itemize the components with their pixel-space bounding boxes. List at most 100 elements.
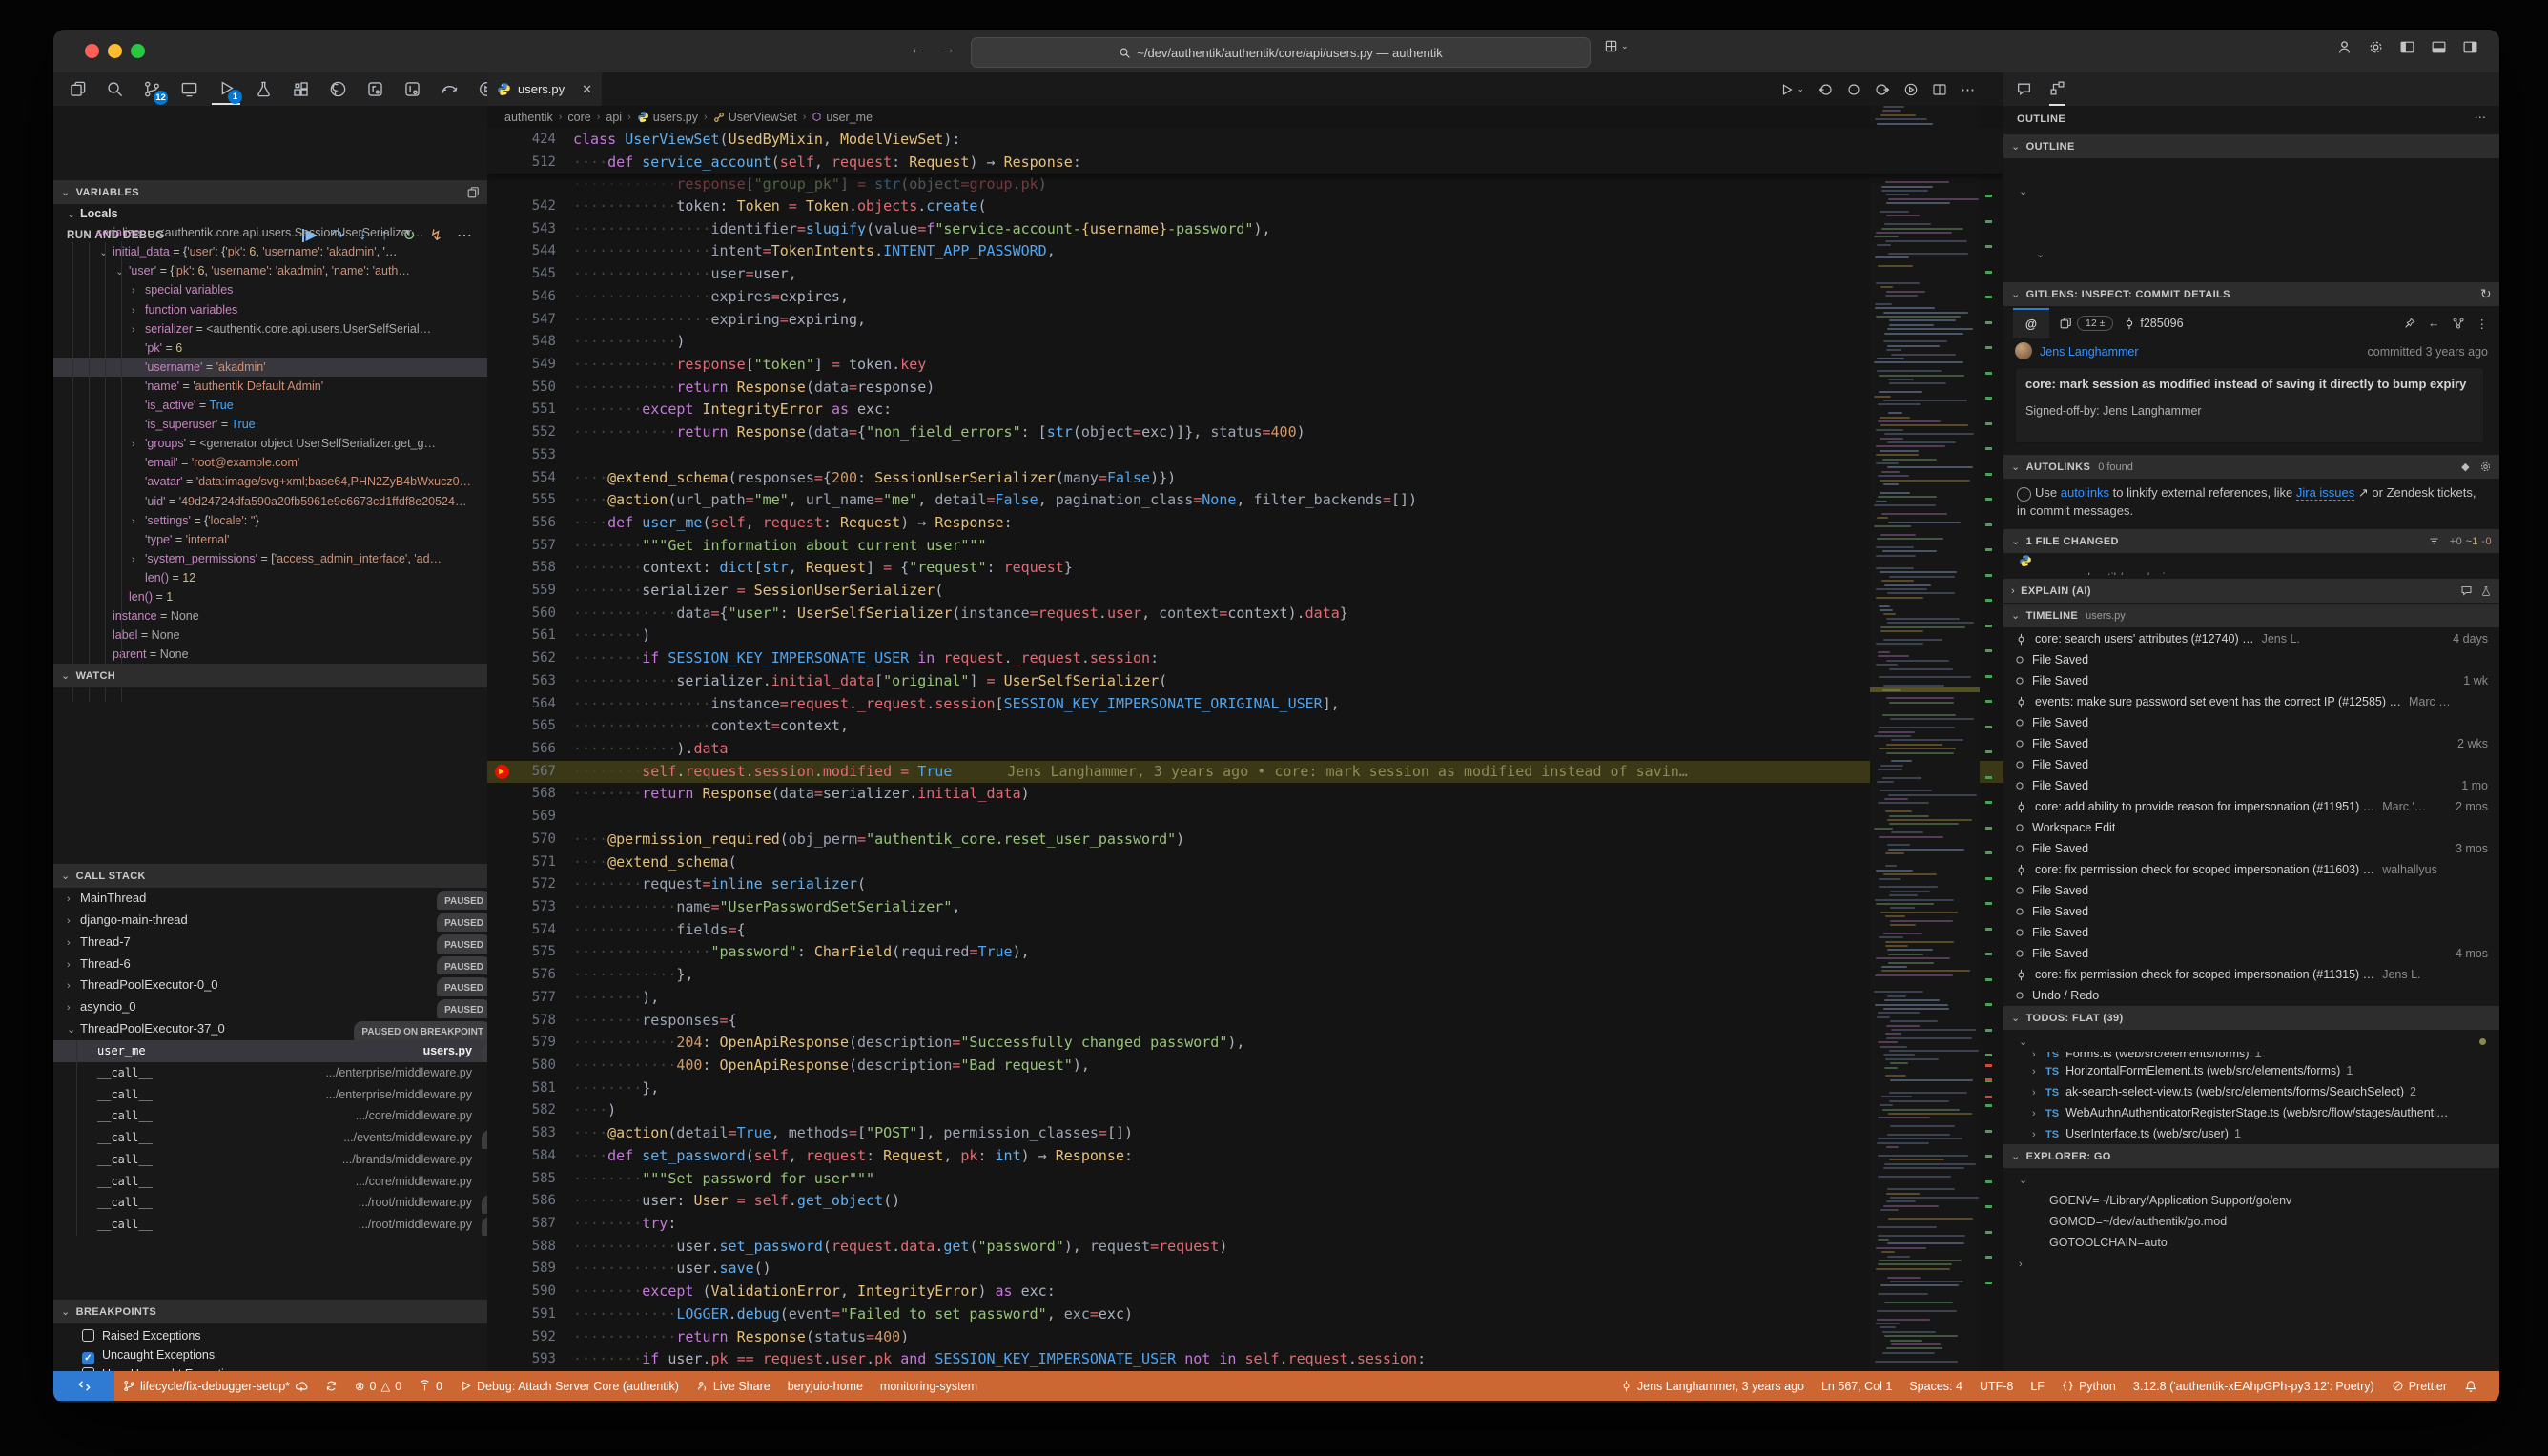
breadcrumb-item[interactable]: users.py bbox=[637, 111, 698, 124]
status-ports[interactable]: 0 bbox=[410, 1380, 451, 1393]
section-chevron-icon[interactable]: ⌄ bbox=[61, 186, 71, 198]
variable-row[interactable]: 'avatar' = 'data:image/svg+xml;base64,PH… bbox=[53, 472, 487, 491]
tree-chevron-icon[interactable]: › bbox=[132, 550, 145, 568]
section-chevron-icon[interactable]: ⌄ bbox=[61, 669, 71, 682]
status-prettier[interactable]: Prettier bbox=[2383, 1380, 2456, 1393]
run-python-file-button[interactable]: ⌄ bbox=[1779, 82, 1804, 97]
outline-item[interactable]: model bbox=[2003, 264, 2499, 273]
thread-row[interactable]: ⌄ThreadPoolExecutor-37_0PAUSED ON BREAKP… bbox=[53, 1018, 487, 1040]
stash-count[interactable]: 12 ± bbox=[2059, 316, 2113, 331]
activity-testing[interactable] bbox=[249, 75, 277, 104]
activity-explorer[interactable] bbox=[63, 75, 92, 104]
code-line[interactable]: 561········) bbox=[487, 625, 2003, 647]
call-stack-section-header[interactable]: ⌄CALL STACK bbox=[53, 864, 487, 888]
code-line[interactable]: 582····) bbox=[487, 1099, 2003, 1122]
autolinks-section-header-actions[interactable]: ◆ bbox=[2461, 461, 2492, 473]
code-line[interactable]: 570····@permission_required(obj_perm="au… bbox=[487, 829, 2003, 851]
variable-row[interactable]: 'is_superuser' = True bbox=[53, 415, 487, 434]
variables-section-header-actions[interactable] bbox=[466, 186, 480, 199]
status-blame[interactable]: Jens Langhammer, 3 years ago bbox=[1612, 1380, 1813, 1393]
tree-chevron-icon[interactable]: › bbox=[2032, 1124, 2045, 1144]
stack-frame-row[interactable]: __call__39:1.../enterprise/middleware.py bbox=[53, 1084, 487, 1106]
status-notifications[interactable] bbox=[2456, 1380, 2486, 1393]
outline-item[interactable]: attributes bbox=[2003, 201, 2499, 222]
timeline-section-header[interactable]: ⌄TIMELINEusers.py bbox=[2003, 604, 2499, 627]
breakpoint-row[interactable]: User Uncaught Exceptions bbox=[53, 1364, 487, 1371]
variable-row[interactable]: 'email' = 'root@example.com' bbox=[53, 453, 487, 472]
timeline-item[interactable]: File Saved1 wk bbox=[2003, 670, 2499, 691]
activity-source-control[interactable]: 12 bbox=[137, 75, 166, 104]
code-line[interactable]: 581········}, bbox=[487, 1077, 2003, 1100]
code-line[interactable]: 553 bbox=[487, 444, 2003, 467]
settings-gear-icon[interactable] bbox=[2368, 39, 2384, 55]
toggle-panel-icon[interactable] bbox=[2431, 39, 2447, 55]
code-line[interactable]: 568········return Response(data=serializ… bbox=[487, 783, 2003, 806]
autolinks-section-header[interactable]: ⌄AUTOLINKS0 found◆ bbox=[2003, 455, 2499, 479]
next-change-button[interactable] bbox=[1875, 82, 1890, 97]
tree-chevron-icon[interactable]: › bbox=[132, 320, 145, 338]
code-line[interactable]: 586········user: User = self.get_object(… bbox=[487, 1190, 2003, 1213]
overview-ruler[interactable] bbox=[1980, 106, 2003, 1371]
tree-chevron-icon[interactable]: › bbox=[2032, 1103, 2045, 1123]
browser-profile-button[interactable]: ⌄ bbox=[1604, 39, 1629, 53]
status-encoding[interactable]: UTF-8 bbox=[1971, 1380, 2022, 1393]
code-line[interactable]: 560············data={"user": UserSelfSer… bbox=[487, 603, 2003, 625]
variable-row[interactable]: ›'settings' = {'locale': ''} bbox=[53, 511, 487, 530]
section-chevron-icon[interactable]: ⌄ bbox=[2011, 1012, 2021, 1024]
timeline-item[interactable]: core: fix permission check for scoped im… bbox=[2003, 964, 2499, 985]
more-actions-button[interactable]: ⋯ bbox=[1961, 81, 1975, 98]
todos-workspace-row[interactable]: ⌄ authentik39 bbox=[2003, 1031, 2499, 1052]
code-line[interactable]: 580············400: OpenApiResponse(desc… bbox=[487, 1055, 2003, 1077]
variable-row[interactable]: ⌄serializer = <authentik.core.api.users.… bbox=[53, 223, 487, 242]
autolinks-link[interactable]: autolinks bbox=[2061, 485, 2109, 500]
timeline-item[interactable]: File Saved bbox=[2003, 922, 2499, 943]
code-line[interactable]: 569 bbox=[487, 806, 2003, 829]
code-line[interactable]: 545················user=user, bbox=[487, 263, 2003, 286]
code-line[interactable]: 588············user.set_password(request… bbox=[487, 1236, 2003, 1259]
commit-sha[interactable]: f285096 bbox=[2123, 317, 2183, 330]
panel-more-actions[interactable]: ⋯ bbox=[2475, 110, 2487, 124]
code-line[interactable]: 578········responses={ bbox=[487, 1010, 2003, 1033]
code-line[interactable]: 584····def set_password(self, request: R… bbox=[487, 1145, 2003, 1168]
timeline-item[interactable]: core: search users' attributes (#12740) … bbox=[2003, 628, 2499, 649]
timeline-item[interactable]: File Saved1 mo bbox=[2003, 775, 2499, 796]
split-editor-button[interactable] bbox=[1932, 82, 1947, 97]
tree-chevron-icon[interactable]: › bbox=[67, 997, 80, 1018]
stack-frame-row[interactable]: user_me567:1users.py bbox=[53, 1040, 487, 1062]
tree-chevron-icon[interactable]: ⌄ bbox=[83, 224, 96, 242]
breakpoints-section-header[interactable]: ⌄BREAKPOINTS bbox=[53, 1300, 487, 1323]
section-chevron-icon[interactable]: ⌄ bbox=[61, 870, 71, 882]
tree-chevron-icon[interactable]: › bbox=[67, 954, 80, 975]
previous-change-button[interactable] bbox=[1818, 82, 1833, 97]
section-chevron-icon[interactable]: ⌄ bbox=[2011, 461, 2021, 473]
code-line[interactable]: 564················instance=request._req… bbox=[487, 693, 2003, 716]
activity-github-pr-queries[interactable] bbox=[398, 75, 426, 104]
timeline-item[interactable]: File Saved bbox=[2003, 901, 2499, 922]
stack-frame-row[interactable]: __call__48:1.../core/middleware.py bbox=[53, 1105, 487, 1127]
activity-remote-explorer[interactable] bbox=[175, 75, 203, 104]
go-env-row[interactable]: ⌄ env authentik bbox=[2003, 1169, 2499, 1190]
timeline-item[interactable]: core: fix permission check for scoped im… bbox=[2003, 859, 2499, 880]
timeline-item[interactable]: events: make sure password set event has… bbox=[2003, 691, 2499, 712]
tree-chevron-icon[interactable]: ⌄ bbox=[2019, 1170, 2032, 1190]
variable-row[interactable]: 'username' = 'akadmin' bbox=[53, 358, 487, 377]
breadcrumb-item[interactable]: authentik bbox=[504, 111, 553, 124]
changed-file-row[interactable]: users.py authentik/core/api bbox=[2003, 554, 2499, 575]
variable-row[interactable]: instance = None bbox=[53, 606, 487, 625]
stack-frame-row[interactable]: __call__31:1.../brands/middleware.py bbox=[53, 1149, 487, 1171]
tree-chevron-icon[interactable]: › bbox=[2032, 1061, 2045, 1081]
history-forward-icon[interactable]: → bbox=[940, 41, 956, 58]
account-icon[interactable] bbox=[2336, 39, 2353, 55]
code-line[interactable]: 549············response["token"] = token… bbox=[487, 354, 2003, 377]
thread-row[interactable]: ›asyncio_0PAUSED bbox=[53, 996, 487, 1018]
breakpoint-checkbox[interactable] bbox=[82, 1329, 94, 1342]
code-line[interactable]: 542············token: Token = Token.obje… bbox=[487, 195, 2003, 218]
code-line[interactable]: 573············name="UserPasswordSetSeri… bbox=[487, 896, 2003, 919]
code-line[interactable]: 562········if SESSION_KEY_IMPERSONATE_US… bbox=[487, 647, 2003, 670]
breadcrumb-item[interactable]: api bbox=[606, 111, 622, 124]
files-changed-section-header[interactable]: ⌄1 FILE CHANGED+0 ~1 -0 bbox=[2003, 529, 2499, 553]
code-line[interactable]: 589············user.save() bbox=[487, 1258, 2003, 1281]
jira-issues-link[interactable]: Jira issues bbox=[2296, 485, 2354, 501]
commit-toolbar-actions[interactable]: ←⋮ bbox=[2403, 317, 2499, 331]
outline-item[interactable]: LOGGER bbox=[2003, 159, 2499, 180]
